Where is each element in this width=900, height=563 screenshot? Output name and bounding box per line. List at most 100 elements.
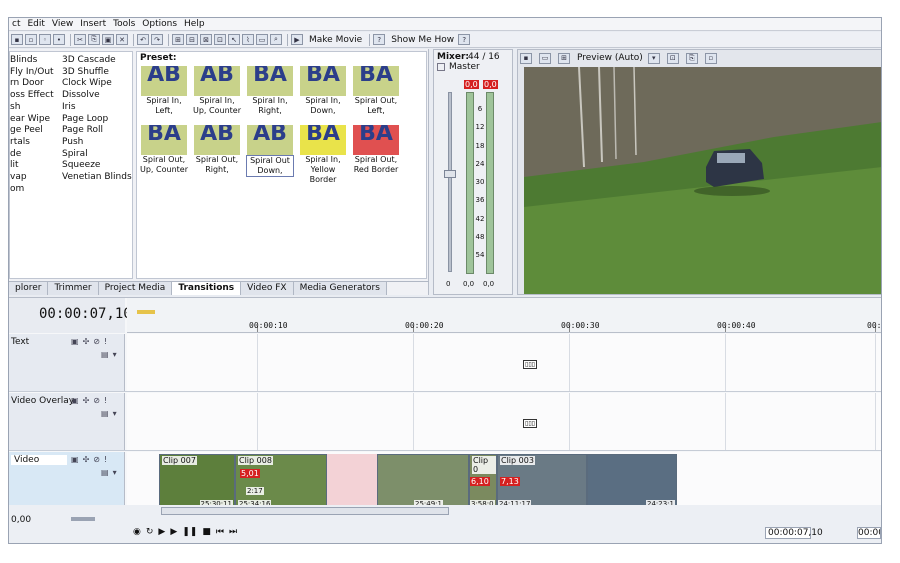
preset-thumbnail-selected[interactable]: AB Spiral Out Down,	[246, 125, 294, 181]
list-item[interactable]: Blinds	[10, 55, 62, 67]
overlays-icon[interactable]: ⊡	[666, 52, 679, 64]
master-fader-handle[interactable]	[444, 170, 456, 178]
zoom-tool-icon[interactable]: ⌕	[270, 34, 282, 45]
paste-icon[interactable]: ▣	[102, 34, 114, 45]
track-fx-icon[interactable]: ✣	[83, 337, 90, 346]
event-marker-icon[interactable]: ▯▯▯	[523, 419, 537, 428]
solo-icon[interactable]: !	[104, 337, 107, 346]
video-clip[interactable]: Clip 003 7,13 24:11:17	[497, 454, 587, 510]
solo-icon[interactable]: !	[104, 396, 107, 405]
play-from-start-icon[interactable]: ▶	[158, 527, 165, 537]
compositing-icon[interactable]: ▤	[101, 409, 109, 418]
normal-edit-tool-icon[interactable]: ↖	[228, 34, 240, 45]
selection-length-field[interactable]: 00:00	[857, 527, 881, 539]
compositing-icon[interactable]: ▤	[101, 350, 109, 359]
list-item[interactable]: Page Roll	[62, 125, 134, 137]
video-clip[interactable]: Clip 007 25:30:11	[159, 454, 235, 510]
rate-slider[interactable]	[71, 517, 95, 521]
envelope-tool-icon[interactable]: ⌇	[242, 34, 254, 45]
copy-icon[interactable]: ⎘	[88, 34, 100, 45]
list-item[interactable]: rtals	[10, 137, 62, 149]
list-item[interactable]: oss Effect	[10, 90, 62, 102]
loop-icon[interactable]: ↻	[146, 527, 154, 537]
save-icon[interactable]: ▪	[11, 34, 23, 45]
track-lane[interactable]: ▯▯▯	[127, 393, 881, 450]
expand-icon[interactable]: ▾	[113, 409, 117, 418]
menu-view[interactable]: View	[49, 18, 77, 30]
tab-explorer[interactable]: plorer	[9, 282, 49, 295]
play-icon[interactable]: ▶	[170, 527, 177, 537]
video-clip[interactable]: 24:23:1	[587, 454, 677, 510]
compositing-icon[interactable]: ▤	[101, 468, 109, 477]
preset-thumbnail[interactable]: BA Spiral Out, Left,	[352, 66, 400, 122]
list-item[interactable]: om	[10, 184, 62, 196]
solo-icon[interactable]: !	[104, 455, 107, 464]
make-movie-button[interactable]: Make Movie	[305, 33, 366, 47]
cut-icon[interactable]: ✂	[74, 34, 86, 45]
event-marker-icon[interactable]: ▯▯▯	[523, 360, 537, 369]
preview-window-icon[interactable]: ⊞	[558, 52, 570, 64]
cursor-position-field[interactable]: 00:00:07,10	[765, 527, 823, 539]
preset-thumbnail[interactable]: AB Spiral In, Up, Counter	[193, 66, 241, 122]
track-name[interactable]: Video	[11, 455, 67, 465]
preset-thumbnail[interactable]: BA Spiral In, Down,	[299, 66, 347, 122]
list-item[interactable]: 3D Shuffle	[62, 67, 134, 79]
preset-thumbnail[interactable]: AB Spiral In, Left,	[140, 66, 188, 122]
preset-thumbnail[interactable]: BA Spiral Out, Red Border	[352, 125, 400, 181]
show-me-how-button[interactable]: Show Me How	[387, 33, 458, 47]
track-motion-icon[interactable]: ▣	[71, 455, 79, 464]
tab-transitions[interactable]: Transitions	[172, 282, 242, 295]
track-motion-icon[interactable]: ▣	[71, 337, 79, 346]
list-item[interactable]: ge Peel	[10, 125, 62, 137]
list-item[interactable]: rn Door	[10, 78, 62, 90]
record-icon[interactable]: ◉	[133, 527, 141, 537]
pause-icon[interactable]: ❚❚	[182, 527, 197, 537]
menu-tools[interactable]: Tools	[110, 18, 139, 30]
list-item[interactable]: 3D Cascade	[62, 55, 134, 67]
list-item[interactable]: Dissolve	[62, 90, 134, 102]
selection-tool-icon[interactable]: ▭	[256, 34, 268, 45]
preset-thumbnail[interactable]: AB Spiral Out, Right,	[193, 125, 241, 181]
tab-project-media[interactable]: Project Media	[98, 282, 173, 295]
menu-item[interactable]: ct	[9, 18, 24, 30]
mute-icon[interactable]: ⊘	[93, 455, 100, 464]
go-to-start-icon[interactable]: ⏮	[216, 527, 224, 537]
list-item[interactable]: Push	[62, 137, 134, 149]
list-item[interactable]: Squeeze	[62, 160, 134, 172]
snap-icon[interactable]: ⊞	[172, 34, 184, 45]
list-item[interactable]: ear Wipe	[10, 114, 62, 126]
save-snapshot-icon[interactable]: ▫	[704, 52, 717, 64]
menu-options[interactable]: Options	[139, 18, 181, 30]
timeline-ruler[interactable]: 00:00:10 00:00:20 00:00:30 00:00:40 00:0	[127, 298, 881, 333]
video-clip[interactable]: 25:49:1	[377, 454, 469, 510]
copy-snapshot-icon[interactable]: ⎘	[685, 52, 698, 64]
go-to-end-icon[interactable]: ⏭	[229, 527, 237, 537]
menu-insert[interactable]: Insert	[77, 18, 110, 30]
preset-thumbnail[interactable]: BA Spiral In, Yellow Border	[299, 125, 347, 184]
tab-media-generators[interactable]: Media Generators	[293, 282, 387, 295]
track-lane[interactable]: ▯▯▯	[127, 334, 881, 391]
help-pointer-icon[interactable]: ?	[458, 34, 471, 45]
master-fader-track[interactable]	[448, 92, 452, 272]
render-icon[interactable]: •	[53, 34, 65, 45]
mute-icon[interactable]: ⊘	[93, 337, 100, 346]
video-clip[interactable]: Clip 008 5,01 2:17 25:34:16	[235, 454, 327, 510]
preview-quality-dropdown[interactable]: Preview (Auto)	[577, 53, 643, 63]
save-as-icon[interactable]: ▫	[25, 34, 37, 45]
list-item[interactable]: de	[10, 149, 62, 161]
loop-region-marker[interactable]	[137, 310, 155, 314]
delete-icon[interactable]: ✕	[116, 34, 128, 45]
make-movie-icon[interactable]: ▶	[291, 34, 303, 45]
preset-thumbnail[interactable]: BA Spiral In, Right,	[246, 66, 294, 122]
undo-icon[interactable]: ↶	[137, 34, 149, 45]
list-item[interactable]: vap	[10, 172, 62, 184]
list-item[interactable]: Page Loop	[62, 114, 134, 126]
list-item[interactable]: Fly In/Out	[10, 67, 62, 79]
expand-icon[interactable]: ▾	[113, 350, 117, 359]
redo-icon[interactable]: ↷	[151, 34, 163, 45]
preset-thumbnail[interactable]: BA Spiral Out, Up, Counter	[140, 125, 188, 181]
list-item[interactable]: Spiral	[62, 149, 134, 161]
expand-icon[interactable]: ▾	[113, 468, 117, 477]
list-item[interactable]: Venetian Blinds	[62, 172, 134, 184]
track-motion-icon[interactable]: ▣	[71, 396, 79, 405]
